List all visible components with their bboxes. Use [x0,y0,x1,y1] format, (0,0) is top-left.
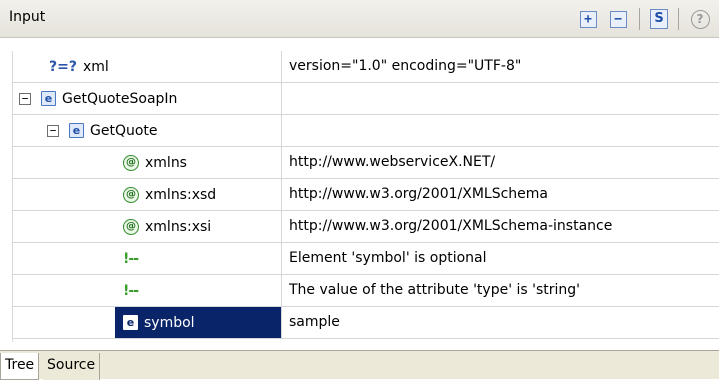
column-divider [281,147,282,178]
processing-instruction-icon: ?=? [49,58,77,75]
table-row[interactable]: e symbol sample [13,307,719,339]
help-button[interactable]: ? [689,8,711,30]
expand-all-icon: + [579,10,597,28]
tree-node-selected[interactable]: e symbol [115,307,281,338]
node-value[interactable]: http://www.w3.org/2001/XMLSchema [289,186,548,202]
node-label: xmlns:xsi [145,218,212,235]
panel-header: Input + − S ? [0,0,719,38]
tab-source[interactable]: Source [43,353,101,380]
toolbar-separator [639,8,640,30]
help-icon: ? [690,9,710,29]
xml-tree-table: ?=? xml version="1.0" encoding="UTF-8" −… [12,51,719,342]
table-row[interactable]: @ xmlns:xsd http://www.w3.org/2001/XMLSc… [13,179,719,211]
collapse-all-icon: − [609,10,627,28]
collapse-all-button[interactable]: − [607,8,629,30]
tree-node[interactable]: !-- [123,243,139,274]
node-value[interactable]: http://www.w3.org/2001/XMLSchema-instanc… [289,218,612,234]
table-row[interactable]: !-- The value of the attribute 'type' is… [13,275,719,307]
node-label: GetQuote [90,122,158,139]
node-label: GetQuoteSoapIn [62,90,178,107]
node-value[interactable]: version="1.0" encoding="UTF-8" [289,58,521,74]
element-icon: e [123,315,138,330]
node-label: symbol [144,314,195,331]
column-divider [281,307,282,338]
column-divider [281,51,282,82]
node-value[interactable]: The value of the attribute 'type' is 'st… [289,282,580,298]
collapse-toggle-icon[interactable]: − [47,124,59,137]
schema-icon: S [650,9,668,29]
toolbar-separator [678,8,679,30]
tab-tree[interactable]: Tree [0,353,40,380]
tree-node[interactable]: @ xmlns [123,147,187,178]
attribute-icon: @ [123,186,139,203]
tree-node[interactable]: ?=? xml [49,51,109,82]
table-row[interactable]: !-- Element 'symbol' is optional [13,243,719,275]
column-divider [281,211,282,242]
input-panel: Input + − S ? ?=? xml version="1.0" enco… [0,0,719,380]
table-row[interactable]: @ xmlns http://www.webserviceX.NET/ [13,147,719,179]
column-divider [281,83,282,114]
table-row[interactable]: @ xmlns:xsi http://www.w3.org/2001/XMLSc… [13,211,719,243]
view-tabs: Tree Source [0,350,719,380]
element-icon: e [41,91,56,106]
schema-button[interactable]: S [648,8,670,30]
attribute-icon: @ [123,154,139,171]
column-divider [281,275,282,306]
tree-node[interactable]: @ xmlns:xsi [123,211,211,242]
tree-node[interactable]: − e GetQuote [47,115,158,146]
table-row[interactable]: ?=? xml version="1.0" encoding="UTF-8" [13,51,719,83]
table-row[interactable]: − e GetQuote [13,115,719,147]
node-value[interactable]: Element 'symbol' is optional [289,250,487,266]
comment-icon: !-- [123,282,139,299]
tree-node[interactable]: !-- [123,275,139,306]
tree-node[interactable]: @ xmlns:xsd [123,179,216,210]
column-divider [281,179,282,210]
node-label: xml [82,58,109,75]
node-value[interactable]: http://www.webserviceX.NET/ [289,154,495,170]
column-divider [281,115,282,146]
column-divider [281,243,282,274]
node-label: xmlns:xsd [145,186,217,203]
attribute-icon: @ [123,218,139,235]
panel-title: Input [9,9,46,25]
comment-icon: !-- [123,250,139,267]
node-label: xmlns [145,154,187,171]
node-value[interactable]: sample [289,314,340,330]
table-row[interactable]: − e GetQuoteSoapIn [13,83,719,115]
tree-node[interactable]: − e GetQuoteSoapIn [19,83,177,114]
element-icon: e [69,123,84,138]
expand-all-button[interactable]: + [577,8,599,30]
collapse-toggle-icon[interactable]: − [19,92,31,105]
